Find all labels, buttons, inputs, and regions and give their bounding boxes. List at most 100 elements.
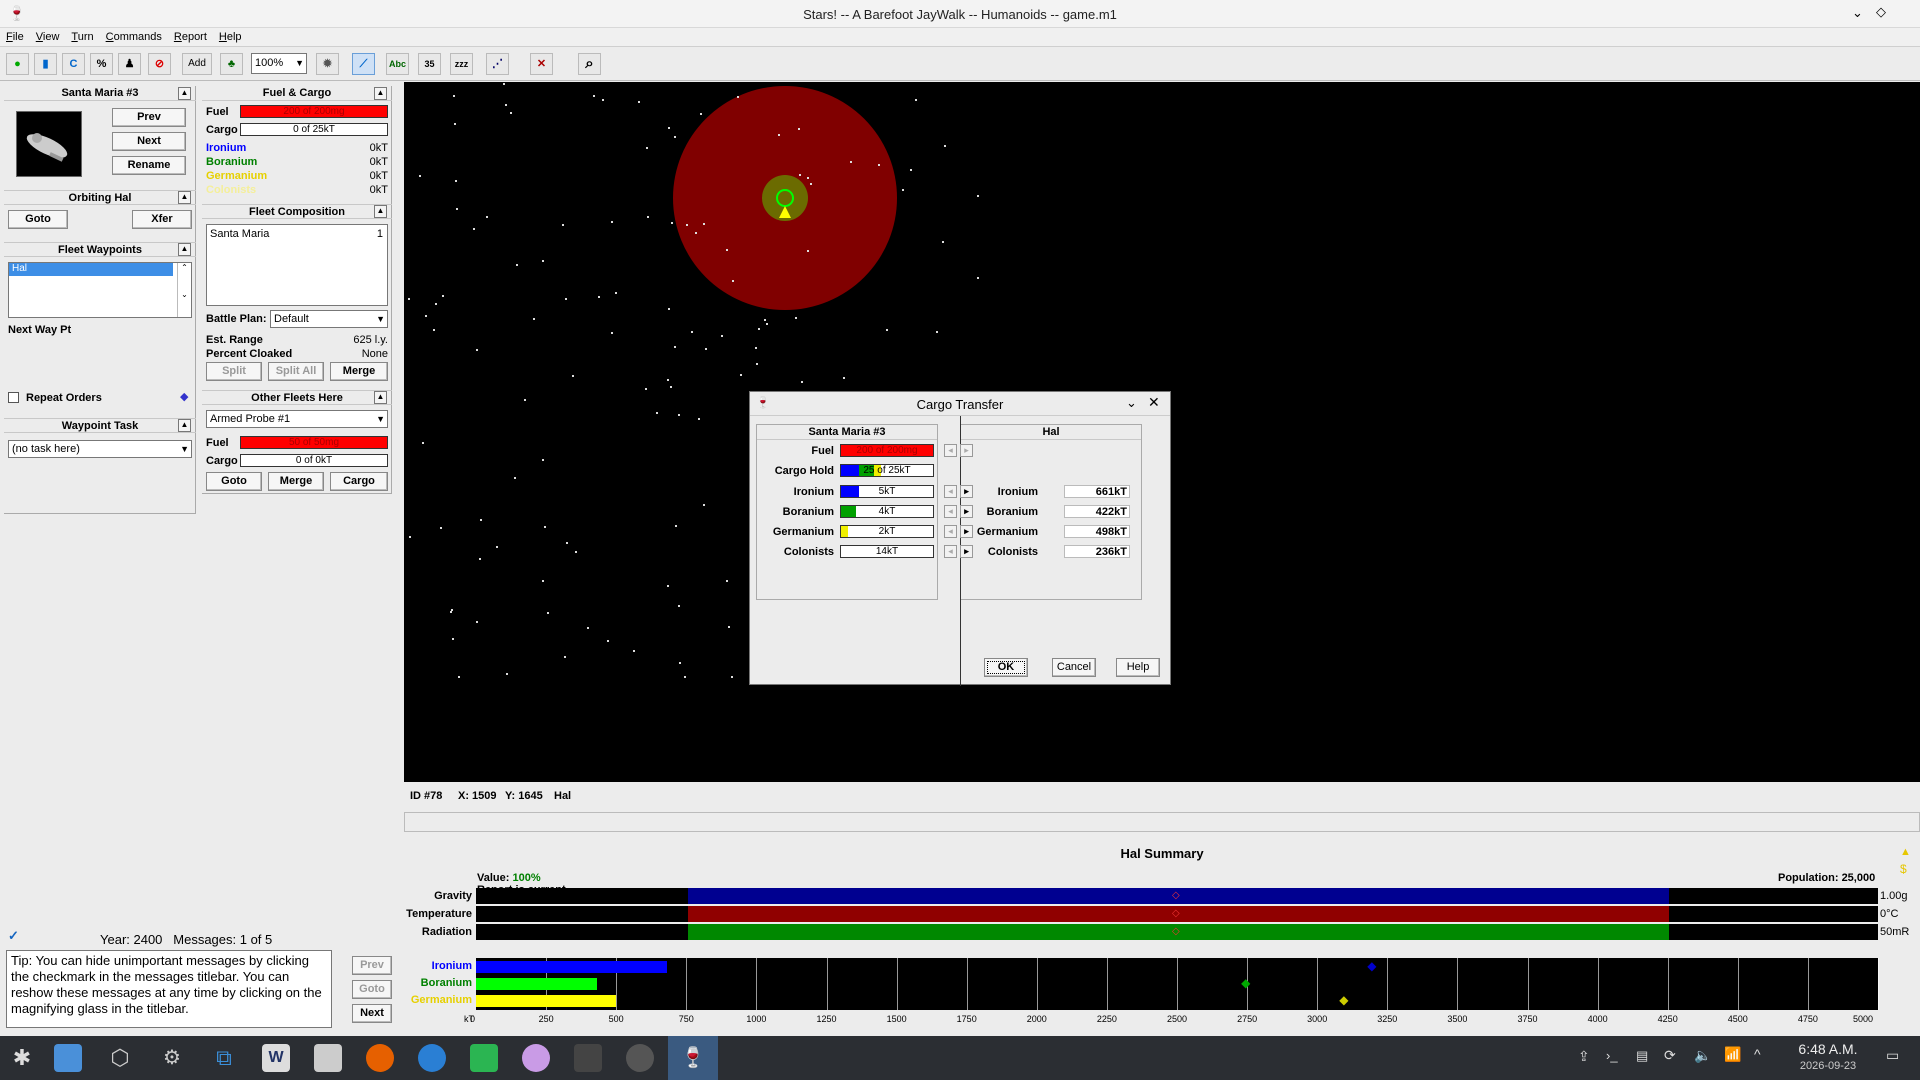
waypoint-list[interactable]: Hal ⌃ ⌄ [8,262,192,318]
waypoint-item[interactable]: Hal [9,263,173,276]
collapse-icon[interactable]: ▲ [178,243,191,256]
collapse-icon[interactable]: ▲ [374,391,387,404]
volume-app-icon[interactable] [626,1044,654,1072]
dollar-icon[interactable]: $ [1900,862,1907,876]
goto-button[interactable]: Goto [8,210,68,229]
writer-icon[interactable]: W [262,1044,290,1072]
stars-taskbar-icon[interactable]: 🍷 [668,1036,718,1080]
close-icon[interactable]: ✕ [1148,394,1160,411]
wifi-icon[interactable]: 📶 [1724,1046,1741,1063]
planet-view-icon[interactable]: ● [6,53,29,75]
tray-expand-icon[interactable]: ^ [1754,1046,1761,1062]
right-arrow-icon[interactable]: ▸ [960,545,973,558]
clock-date[interactable]: 2026-09-23 [1788,1060,1868,1072]
menu-help[interactable]: Help [213,28,248,43]
warning-icon[interactable]: ▲ [1900,846,1911,858]
rename-button[interactable]: Rename [112,156,186,175]
left-arrow-icon[interactable]: ◂ [944,505,957,518]
scrollbar[interactable]: ⌃ ⌄ [177,263,191,317]
zoom-select[interactable]: 100% ▼ [251,53,307,74]
file-manager-icon[interactable] [54,1044,82,1072]
mine-field-icon[interactable]: ✹ [316,53,339,75]
star [442,295,444,297]
msg-prev-button[interactable]: Prev [352,956,392,975]
idle-fleets-icon[interactable]: zzz [450,53,473,75]
no-player-colors-icon[interactable]: ⊘ [148,53,171,75]
planet-names-icon[interactable]: Abc [386,53,409,75]
repeat-orders-checkbox[interactable] [8,392,19,403]
media-icon[interactable] [522,1044,550,1072]
sync-icon[interactable]: ⟳ [1664,1047,1676,1064]
battle-icon[interactable]: ✕ [530,53,553,75]
fuel-left-arrow-icon[interactable]: ◂ [944,444,957,457]
cancel-button[interactable]: Cancel [1052,658,1096,677]
checkmark-icon[interactable]: ✓ [8,928,19,944]
population-icon[interactable]: ♟ [118,53,141,75]
ship-name[interactable]: Santa Maria [210,228,269,240]
percent-icon[interactable]: % [90,53,113,75]
right-arrow-icon[interactable]: ▸ [960,485,973,498]
ok-button[interactable]: OK [984,658,1028,677]
help-button[interactable]: Help [1116,658,1160,677]
updates-icon[interactable]: ⇪ [1578,1048,1590,1065]
app-launcher-icon[interactable]: ✱ [8,1044,36,1072]
menu-view[interactable]: View [30,28,66,43]
collapse-icon[interactable]: ▲ [178,419,191,432]
split-all-button[interactable]: Split All [268,362,324,381]
menu-report[interactable]: Report [168,28,213,43]
msg-next-button[interactable]: Next [352,1004,392,1023]
waypoint-task-select[interactable]: (no task here) ▼ [8,440,192,458]
collapse-icon[interactable]: ▲ [178,87,191,100]
magnifier-icon[interactable]: ⌕ [578,53,601,75]
next-button[interactable]: Next [112,132,186,151]
add-waypoint-button[interactable]: Add [182,53,212,75]
menu-commands[interactable]: Commands [100,28,168,43]
terminal-icon[interactable]: ›_ [1606,1048,1618,1063]
fleet-paths-icon[interactable]: ⟋ [352,53,375,75]
document-icon[interactable] [314,1044,342,1072]
left-arrow-icon[interactable]: ◂ [944,485,957,498]
xfer-button[interactable]: Xfer [132,210,192,229]
split-button[interactable]: Split [206,362,262,381]
maximize-icon[interactable]: ◇ [1876,4,1886,20]
other-cargo-button[interactable]: Cargo [330,472,388,491]
show-desktop-icon[interactable]: ▭ [1886,1047,1899,1064]
star [915,99,917,101]
thunderbird-icon[interactable] [418,1044,446,1072]
other-merge-button[interactable]: Merge [268,472,324,491]
collapse-icon[interactable]: ▲ [178,191,191,204]
prev-button[interactable]: Prev [112,108,186,127]
left-arrow-icon[interactable]: ◂ [944,525,957,538]
fuel-right-arrow-icon[interactable]: ▸ [960,444,973,457]
ship-list[interactable]: Santa Maria 1 [206,224,388,306]
other-fleet-select[interactable]: Armed Probe #1 ▼ [206,410,388,428]
left-arrow-icon[interactable]: ◂ [944,545,957,558]
merge-button[interactable]: Merge [330,362,388,381]
menu-turn[interactable]: Turn [65,28,99,43]
settings-icon[interactable] [574,1044,602,1072]
surface-minerals-icon[interactable]: ▮ [34,53,57,75]
right-arrow-icon[interactable]: ▸ [960,505,973,518]
ship-count-icon[interactable]: 35 [418,53,441,75]
firefox-icon[interactable] [366,1044,394,1072]
clock-time[interactable]: 6:48 A.M. [1788,1041,1868,1057]
star [450,611,452,613]
collapse-icon[interactable]: ▲ [374,87,387,100]
other-goto-button[interactable]: Goto [206,472,262,491]
minimize-icon[interactable]: ⌄ [1852,5,1863,21]
clipboard-icon[interactable]: ▤ [1636,1048,1648,1064]
volume-icon[interactable]: 🔈 [1694,1047,1711,1064]
menu-file[interactable]: File [0,28,30,43]
minimize-icon[interactable]: ⌄ [1126,395,1137,411]
steam-icon[interactable]: ⚙ [158,1044,186,1072]
battle-plan-select[interactable]: Default ▼ [270,310,388,328]
concentration-icon[interactable]: C [62,53,85,75]
unity-icon[interactable]: ⬡ [106,1044,134,1072]
msg-goto-button[interactable]: Goto [352,980,392,999]
spreadsheet-icon[interactable] [470,1044,498,1072]
ship-design-icon[interactable]: ♣ [220,53,243,75]
collapse-icon[interactable]: ▲ [374,205,387,218]
enemy-fleets-icon[interactable]: ⋰ [486,53,509,75]
vscode-icon[interactable]: ⧉ [210,1044,238,1072]
right-arrow-icon[interactable]: ▸ [960,525,973,538]
